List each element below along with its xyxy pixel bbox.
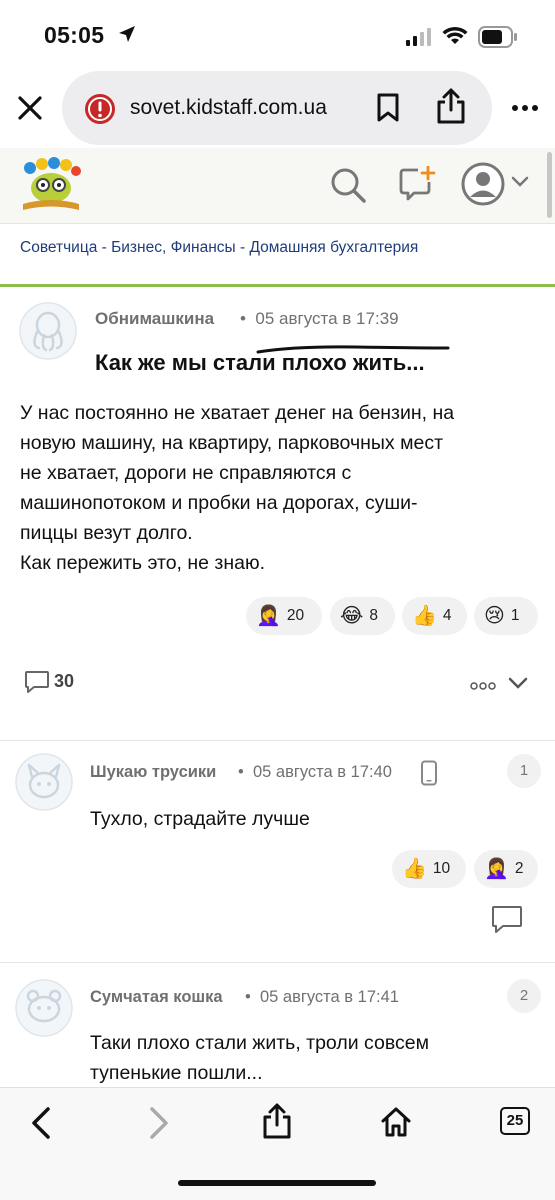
comment-number[interactable]: 2 <box>507 979 541 1013</box>
reply-icon[interactable] <box>491 905 523 935</box>
reaction-count: 8 <box>369 607 378 624</box>
breadcrumb: Советчица - Бизнес, Финансы - Домашняя б… <box>20 239 418 257</box>
back-arrow-icon[interactable] <box>30 1106 52 1140</box>
breadcrumb-link[interactable]: Домашняя бухгалтерия <box>249 239 418 256</box>
chevron-down-icon[interactable] <box>508 676 528 690</box>
post-body-line: пиццы везут долго. <box>20 522 193 544</box>
search-icon[interactable] <box>329 166 367 204</box>
more-options-icon[interactable] <box>470 682 496 690</box>
reaction-thumbs-up[interactable]: 👍 4 <box>402 597 467 635</box>
home-indicator[interactable] <box>178 1180 376 1186</box>
thumbs-up-icon: 👍 <box>402 858 427 880</box>
reaction-count: 20 <box>286 607 305 624</box>
facepalm-icon: 🤦‍♀️ <box>256 605 281 627</box>
post-body-line: Как пережить это, не знаю. <box>20 552 266 574</box>
status-bar: 05:05 <box>0 0 555 62</box>
forward-arrow-icon[interactable] <box>148 1106 170 1140</box>
share-icon[interactable] <box>436 87 466 125</box>
post-body: У нас постоянно не хватает денег на бенз… <box>20 398 540 578</box>
post-body-line: новую машину, на квартиру, парковочных м… <box>20 432 444 454</box>
comment-text: Таки плохо стали жить, троли совсем тупе… <box>90 1028 520 1088</box>
reaction-thumbs-up[interactable]: 👍 10 <box>392 850 466 888</box>
thumbs-up-icon: 👍 <box>412 605 437 627</box>
tabs-count-button[interactable]: 25 <box>500 1107 530 1135</box>
author-avatar-icon[interactable] <box>19 302 77 360</box>
mobile-device-icon <box>421 760 437 786</box>
reaction-facepalm[interactable]: 🤦‍♀️ 2 <box>474 850 538 888</box>
post-author[interactable]: Обнимашкина <box>95 309 214 329</box>
post-body-line: У нас постоянно не хватает денег на бенз… <box>20 402 455 424</box>
breadcrumb-separator: - <box>235 239 250 256</box>
comment-date: • 05 августа в 17:40 <box>238 763 392 781</box>
post-date-text: 05 августа в 17:39 <box>255 309 399 328</box>
site-header <box>0 148 555 224</box>
share-icon[interactable] <box>262 1102 292 1140</box>
breadcrumb-link[interactable]: Бизнес, Финансы <box>111 239 236 256</box>
battery-icon <box>478 26 517 48</box>
home-icon[interactable] <box>380 1106 412 1138</box>
post-date: • 05 августа в 17:39 <box>240 309 399 328</box>
chevron-down-icon[interactable] <box>511 176 529 188</box>
reaction-count: 1 <box>510 607 520 624</box>
cell-signal-icon <box>406 28 431 46</box>
new-post-icon[interactable] <box>398 166 436 202</box>
breadcrumb-link[interactable]: Советчица <box>20 239 97 256</box>
topic-divider <box>0 284 555 287</box>
status-time: 05:05 <box>44 22 105 48</box>
laugh-icon: 😂 <box>340 605 364 627</box>
location-arrow-icon <box>119 26 135 42</box>
comment-count[interactable]: 30 <box>54 671 74 692</box>
user-avatar-icon[interactable] <box>461 162 505 206</box>
insecure-warning-icon[interactable] <box>84 93 116 125</box>
wifi-icon <box>442 26 468 44</box>
comment-reactions: 👍 10 🤦‍♀️ 2 <box>0 850 555 888</box>
post-reactions: 🤦‍♀️ 20 😂 8 👍 4 😢 1 <box>0 597 555 635</box>
reaction-facepalm[interactable]: 🤦‍♀️ 20 <box>246 597 322 635</box>
comment-text: Тухло, страдайте лучше <box>90 808 310 830</box>
reaction-count: 4 <box>442 607 452 624</box>
post-title: Как же мы стали плохо жить... <box>95 350 425 375</box>
comment-author[interactable]: Шукаю трусики <box>90 763 216 782</box>
site-logo[interactable] <box>18 156 84 214</box>
browser-address-bar: sovet.kidstaff.com.ua <box>0 66 555 150</box>
reaction-count: 10 <box>432 860 451 877</box>
crying-face-icon: 😢 <box>484 605 505 627</box>
reaction-crying[interactable]: 😢 1 <box>474 597 538 635</box>
post-body-line: не хватает, дороги не справляются с <box>20 462 352 484</box>
post-body-line: машинопотоком и пробки на дорогах, суши- <box>20 492 418 514</box>
comment-bubble-icon[interactable] <box>24 670 50 694</box>
url-text: sovet.kidstaff.com.ua <box>130 96 327 119</box>
commenter-avatar-icon[interactable] <box>15 979 73 1037</box>
url-field[interactable]: sovet.kidstaff.com.ua <box>62 71 492 145</box>
more-options-icon[interactable] <box>511 104 539 112</box>
divider <box>0 740 555 741</box>
comment-number[interactable]: 1 <box>507 754 541 788</box>
close-icon[interactable] <box>16 94 44 122</box>
commenter-avatar-icon[interactable] <box>15 753 73 811</box>
breadcrumb-separator: - <box>97 239 112 256</box>
divider <box>0 962 555 963</box>
comment-author[interactable]: Сумчатая кошка <box>90 988 223 1007</box>
comment-text-line: Таки плохо стали жить, троли совсем <box>90 1032 429 1054</box>
facepalm-icon: 🤦‍♀️ <box>484 858 509 880</box>
comment-text-line: тупенькие пошли... <box>90 1062 263 1084</box>
reaction-count: 2 <box>514 860 524 877</box>
comment-date: • 05 августа в 17:41 <box>245 988 399 1006</box>
comment-date-text: 05 августа в 17:40 <box>252 763 392 781</box>
reaction-laugh[interactable]: 😂 8 <box>330 597 395 635</box>
scrollbar[interactable] <box>547 152 552 218</box>
bookmark-icon[interactable] <box>376 93 400 123</box>
comment-date-text: 05 августа в 17:41 <box>259 988 399 1006</box>
